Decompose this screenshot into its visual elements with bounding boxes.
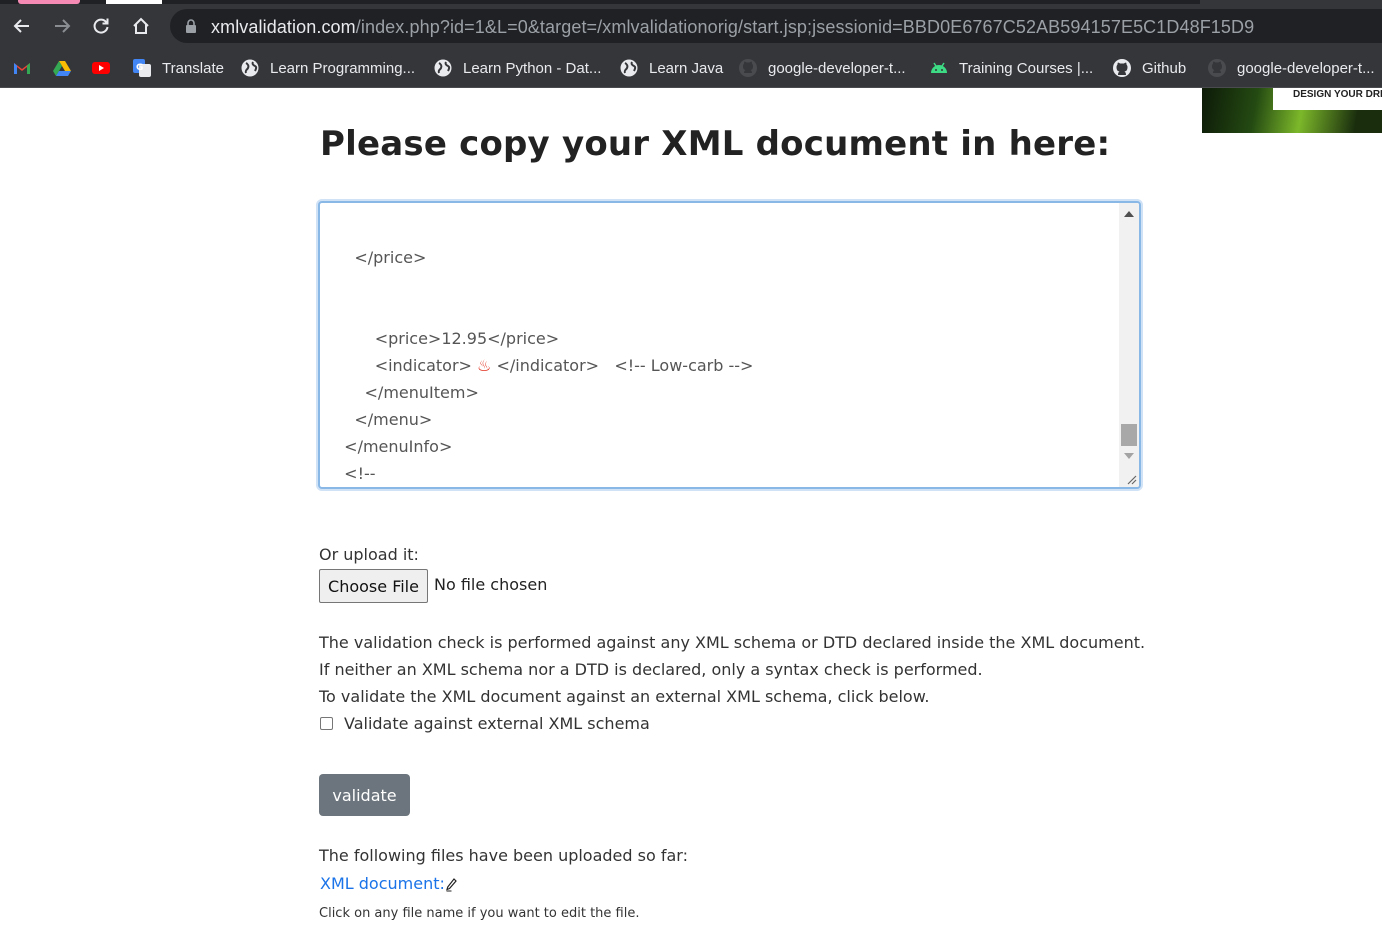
github-icon [1208,59,1226,77]
bookmark-translate[interactable]: G Translate [132,54,224,82]
gmail-icon [14,63,30,74]
github-icon [1113,59,1131,77]
xml-line: </menu> [334,410,433,429]
home-icon [133,17,149,34]
info-text-line-2: If neither an XML schema nor a DTD is de… [319,660,983,679]
external-schema-checkbox[interactable] [320,717,333,730]
browser-toolbar: xmlvalidation.com/index.php?id=1&L=0&tar… [0,4,1382,48]
svg-text:G: G [136,63,143,73]
edit-hint: Click on any file name if you want to ed… [319,906,640,921]
google-drive-icon [53,61,71,76]
bookmark-learn-python[interactable]: Learn Python - Dat... [433,54,601,82]
address-bar[interactable]: xmlvalidation.com/index.php?id=1&L=0&tar… [170,9,1382,43]
bookmark-label: Github [1142,59,1187,77]
bookmark-github[interactable]: Github [1112,54,1186,82]
page-title: Please copy your XML document in here: [320,124,1111,164]
xml-document-link[interactable]: XML document: [320,874,445,893]
bookmark-label: Training Courses |... [959,59,1094,77]
url-text[interactable]: xmlvalidation.com/index.php?id=1&L=0&tar… [211,17,1254,38]
back-arrow-icon [13,19,29,33]
xml-content: </price> <price>12.95</price> <indicator… [334,203,754,489]
globe-icon [434,59,452,77]
pencil-icon[interactable] [445,878,457,892]
back-button[interactable] [7,11,37,41]
reload-icon [93,18,109,34]
google-translate-icon: G [133,59,151,77]
bookmark-label: Learn Programming... [270,59,416,77]
bookmark-drive[interactable] [52,54,72,82]
bookmark-youtube[interactable] [91,54,111,82]
no-file-status: No file chosen [434,575,548,594]
bookmark-training-courses[interactable]: Training Courses |... [929,54,1093,82]
bookmarks-bar: G Translate Learn Programming... Learn P… [0,48,1382,88]
bookmark-learn-programming[interactable]: Learn Programming... [240,54,415,82]
reload-button[interactable] [86,11,116,41]
bookmark-label: google-developer-t... [1237,59,1375,77]
bookmark-label: Translate [162,59,224,77]
forward-arrow-icon [55,19,71,33]
youtube-icon [92,62,110,74]
uploaded-files-label: The following files have been uploaded s… [319,846,688,865]
android-icon [931,62,947,73]
bookmark-google-developer-1[interactable]: google-developer-t... [738,54,906,82]
bookmark-learn-java[interactable]: Learn Java [619,54,723,82]
xml-line: Name: Alfred Emasoga Padilla [334,487,753,489]
globe-icon [620,59,638,77]
scrollbar-thumb[interactable] [1121,424,1137,446]
external-schema-label[interactable]: Validate against external XML schema [344,714,650,733]
forward-button[interactable] [47,11,77,41]
xml-line: <price>12.95</price> [334,329,560,348]
choose-file-button[interactable]: Choose File [319,569,428,603]
xml-line: <indicator> ♨ </indicator> <!-- Low-carb… [334,356,754,375]
bookmark-gmail[interactable] [12,54,32,82]
textarea-scrollbar[interactable] [1119,203,1139,487]
bookmark-google-developer-2[interactable]: google-developer-t... [1207,54,1375,82]
scroll-up-arrow-icon[interactable] [1124,211,1134,217]
xml-line: </menuItem> [334,383,479,402]
lock-icon[interactable] [184,19,198,33]
globe-icon [241,59,259,77]
info-text-line-3: To validate the XML document against an … [319,687,930,706]
bookmark-label: Learn Python - Dat... [463,59,602,77]
url-path: /index.php?id=1&L=0&target=/xmlvalidatio… [355,17,1255,37]
scroll-down-arrow-icon[interactable] [1124,453,1134,459]
validate-button[interactable]: validate [319,774,410,816]
xml-textarea[interactable]: </price> <price>12.95</price> <indicator… [318,201,1141,489]
advertisement-banner[interactable]: DESIGN YOUR DRE [1202,88,1382,133]
xml-line: <!-- [334,464,376,483]
home-button[interactable] [126,11,156,41]
bookmark-label: Learn Java [649,59,724,77]
github-icon [739,59,757,77]
bookmark-label: google-developer-t... [768,59,906,77]
url-host: xmlvalidation.com [211,17,356,37]
xml-line: </price> [334,248,427,267]
ad-label: DESIGN YOUR DRE [1273,88,1382,110]
hot-springs-icon: ♨ [477,356,492,375]
upload-label: Or upload it: [319,545,419,564]
info-text-line-1: The validation check is performed agains… [319,633,1146,652]
xml-line: </menuInfo> [334,437,453,456]
resize-grip-icon[interactable] [1125,473,1137,485]
